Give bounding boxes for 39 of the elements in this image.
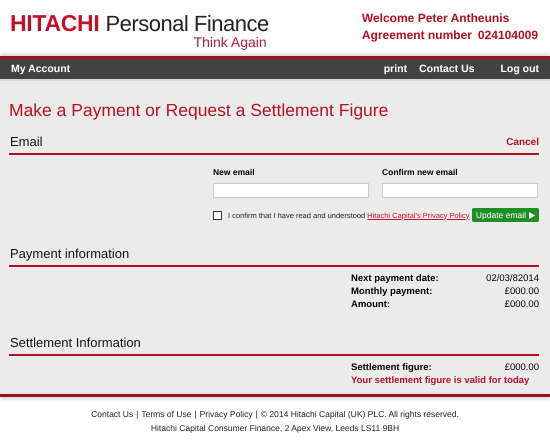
agreement-label: Agreement number — [362, 27, 472, 44]
cancel-link[interactable]: Cancel — [506, 137, 539, 149]
info-value: 02/03/82014 — [486, 272, 539, 285]
section-heading: Email — [10, 134, 43, 149]
info-label: Settlement figure: — [351, 361, 432, 374]
field-label: New email — [213, 167, 256, 177]
info-label: Next payment date: — [351, 272, 439, 285]
info-value: £000.00 — [504, 361, 539, 374]
nav-link[interactable]: Log out — [500, 63, 539, 75]
footer-link[interactable]: Contact Us — [91, 407, 134, 421]
section-heading: Payment information — [10, 246, 130, 261]
nav-link[interactable]: Contact Us — [419, 63, 475, 75]
welcome-text: Welcome Peter Antheunis — [362, 10, 510, 27]
tagline: Think Again — [194, 34, 267, 50]
footer-link[interactable]: Privacy Policy — [200, 407, 253, 421]
info-value: £000.00 — [504, 298, 539, 311]
address-text: Hitachi Capital Consumer Finance, 2 Apex View, Leeds LS11 9BH — [150, 422, 400, 435]
copyright-text: © 2014 Hitachi Capital (UK) PLC. All rights reserved. — [260, 408, 459, 421]
validity-note: Your settlement figure is valid for today — [351, 374, 530, 387]
agreement-number: 024104009 — [478, 27, 538, 44]
nav-link[interactable]: print — [384, 63, 408, 75]
product-name: Personal Finance — [105, 11, 269, 36]
separator: | — [136, 408, 138, 421]
field-label: Confirm new email — [382, 167, 459, 177]
checkbox[interactable] — [213, 210, 222, 220]
info-value: £000.00 — [504, 285, 539, 298]
input-field[interactable] — [382, 183, 538, 198]
section-heading: Settlement Information — [10, 335, 141, 350]
update-email-button[interactable]: Update email — [472, 208, 539, 222]
footer-link[interactable]: Terms of Use — [141, 407, 192, 421]
separator: | — [256, 408, 258, 421]
page-title: Make a Payment or Request a Settlement Figure — [9, 99, 390, 121]
info-label: Monthly payment: — [351, 285, 432, 298]
nav-link[interactable]: My Account — [11, 63, 70, 75]
input-field[interactable] — [213, 183, 369, 198]
info-label: Amount: — [351, 298, 390, 311]
brand-logo: HITACHI — [10, 10, 100, 37]
separator: | — [194, 408, 197, 421]
play-arrow-icon — [529, 212, 535, 218]
